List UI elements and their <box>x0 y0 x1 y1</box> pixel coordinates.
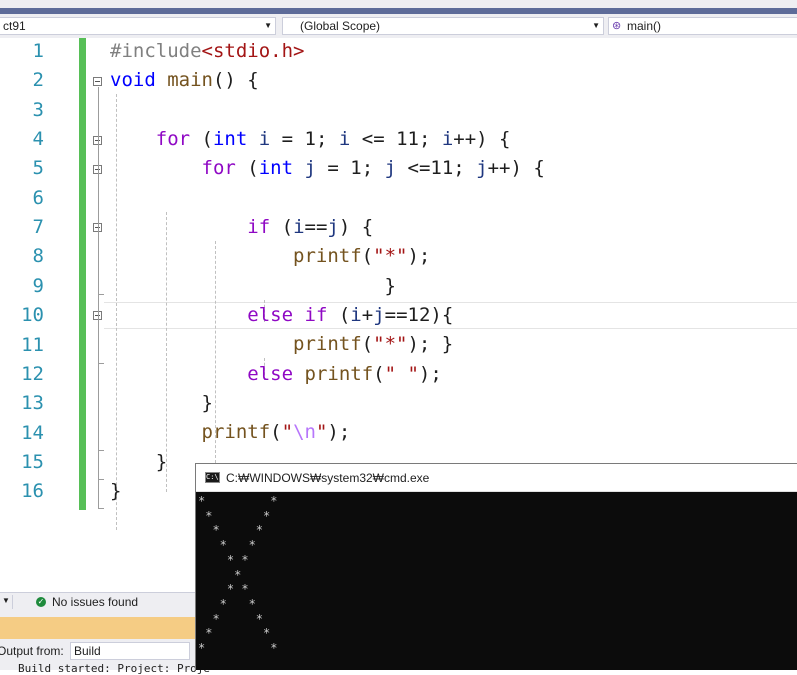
console-title: C:₩WINDOWS₩system32₩cmd.exe <box>226 471 430 485</box>
code-line: void main() { <box>110 69 259 91</box>
code-line: if (i==j) { <box>247 216 374 238</box>
console-window[interactable]: C:\ C:₩WINDOWS₩system32₩cmd.exe * * * * … <box>195 463 797 670</box>
outline-end-tick <box>98 294 104 295</box>
line-number: 1 <box>32 40 44 62</box>
project-dropdown-value: ct91 <box>3 19 26 33</box>
line-number: 6 <box>32 186 44 209</box>
console-line: * * <box>198 523 264 538</box>
line-number: 4 <box>32 128 44 151</box>
outline-end-tick <box>98 363 104 364</box>
member-dropdown-value: main() <box>627 19 662 33</box>
console-line: * * <box>198 626 271 641</box>
console-line: * * <box>198 508 271 523</box>
line-number: 15 <box>21 450 44 473</box>
output-source-dropdown[interactable]: Build <box>70 642 190 660</box>
code-line: } <box>110 392 213 414</box>
code-line: printf("*"); <box>293 245 431 267</box>
chevron-down-icon: ▼ <box>592 21 600 30</box>
line-number: 10 <box>21 304 44 327</box>
line-number: 14 <box>21 421 44 444</box>
output-from-label: Output from: <box>0 644 64 658</box>
line-number: 3 <box>32 98 44 121</box>
console-line: * * <box>198 552 249 567</box>
line-number: 12 <box>21 362 44 385</box>
line-number: 13 <box>21 392 44 415</box>
code-line: } <box>110 451 168 473</box>
scope-dropdown[interactable]: (Global Scope) ▼ <box>282 17 604 35</box>
collapse-icon[interactable] <box>93 77 102 86</box>
outline-line <box>98 87 99 509</box>
code-line: for (int j = 1; j <=11; j++) { <box>201 157 545 179</box>
status-separator <box>12 595 13 609</box>
project-dropdown[interactable]: ct91 ▼ <box>0 17 276 35</box>
cmd-icon: C:\ <box>205 472 220 483</box>
code-line: else if (i+j==12){ <box>247 304 454 326</box>
code-line: } <box>110 480 122 502</box>
console-line: * * <box>198 582 249 597</box>
zoom-dropdown-arrow-icon[interactable]: ▼ <box>2 596 10 605</box>
code-line: #include<stdio.h> <box>110 40 305 62</box>
output-text: Build started: Project: Proje <box>18 662 211 675</box>
code-line: } <box>110 275 396 297</box>
console-line: * * <box>198 494 278 508</box>
console-line: * * <box>198 641 278 656</box>
line-number: 2 <box>32 69 44 92</box>
outline-end-tick <box>98 479 104 480</box>
method-icon: ⊛ <box>612 20 622 32</box>
change-tracking-bar <box>79 38 86 510</box>
code-line: printf("\n"); <box>201 421 351 443</box>
check-circle-icon: ✓ <box>36 597 46 607</box>
code-line: for (int i = 1; i <= 11; i++) { <box>155 128 511 150</box>
console-output: * * * * * * * * * * * * * * * * * * * * * <box>198 494 277 656</box>
issues-status[interactable]: No issues found <box>52 595 138 609</box>
line-number: 9 <box>32 274 44 297</box>
line-number: 7 <box>32 216 44 239</box>
outline-end-tick <box>98 508 104 509</box>
line-number: 8 <box>32 245 44 268</box>
console-line: * * <box>198 538 256 553</box>
console-line: * * <box>198 596 256 611</box>
console-title-bar[interactable]: C:\ C:₩WINDOWS₩system32₩cmd.exe <box>196 464 797 492</box>
navigation-bar: ct91 ▼ (Global Scope) ▼ ⊛ main() <box>0 14 797 39</box>
console-line: * <box>198 567 242 582</box>
output-source-value: Build <box>74 644 101 658</box>
member-dropdown[interactable]: ⊛ main() <box>608 17 797 35</box>
scope-dropdown-value: (Global Scope) <box>300 19 381 33</box>
line-number: 5 <box>32 157 44 180</box>
code-line: else printf(" "); <box>247 363 442 385</box>
window-title-strip <box>0 0 797 14</box>
line-number: 11 <box>21 333 44 356</box>
chevron-down-icon: ▼ <box>264 21 272 30</box>
outline-end-tick <box>98 450 104 451</box>
line-number: 16 <box>21 480 44 503</box>
code-line: printf("*"); } <box>293 333 454 355</box>
console-line: * * <box>198 611 264 626</box>
